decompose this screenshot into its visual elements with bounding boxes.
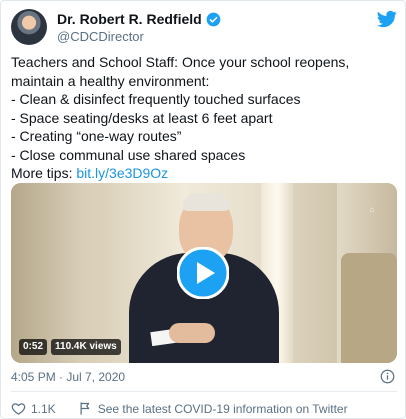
- tips-link[interactable]: bit.ly/3e3D9Oz: [76, 165, 168, 181]
- tweet-line: - Clean & disinfect frequently touched s…: [11, 91, 301, 107]
- speaker-hand: [169, 323, 215, 343]
- tweet-line: - Creating “one-way routes”: [11, 128, 182, 144]
- covid-info-label: See the latest COVID-19 information on T…: [97, 401, 348, 416]
- more-tips-label: More tips:: [11, 165, 73, 181]
- heart-icon: [11, 403, 26, 415]
- play-icon[interactable]: [177, 247, 229, 299]
- more-tips-line: More tips: bit.ly/3e3D9Oz: [11, 164, 397, 183]
- author-name[interactable]: Dr. Robert R. Redfield: [57, 11, 202, 27]
- author-handle[interactable]: @CDCDirector: [57, 29, 144, 44]
- tweet-actions: 1.1K See the latest COVID-19 information…: [11, 401, 370, 416]
- flag-icon: [80, 402, 89, 415]
- tweet-line: maintain a healthy environment:: [11, 72, 210, 89]
- white-house-watermark-icon: ⌂: [369, 205, 375, 214]
- divider: [11, 391, 397, 392]
- video-duration-badge: 0:52: [19, 339, 48, 355]
- tweet-line: - Space seating/desks at least 6 feet ap…: [11, 109, 273, 126]
- info-icon[interactable]: [380, 369, 395, 384]
- like-count: 1.1K: [31, 401, 56, 416]
- video-player[interactable]: ⌂ 0:52 110.4K views: [11, 183, 397, 363]
- tweet-line: - Close communal use shared spaces: [11, 146, 246, 163]
- speaker-hair: [183, 193, 229, 211]
- background-pillar: [11, 183, 81, 363]
- video-views-badge: 110.4K views: [51, 339, 121, 355]
- video-overlay: 0:52 110.4K views: [19, 339, 121, 355]
- verified-badge-icon: [206, 12, 221, 26]
- tweet-line: Teachers and School Staff: Once your sch…: [11, 54, 350, 70]
- avatar[interactable]: [11, 9, 47, 45]
- covid-info-action[interactable]: See the latest COVID-19 information on T…: [78, 401, 348, 416]
- author-name-line: Dr. Robert R. Redfield: [57, 11, 221, 27]
- tweet-header: Dr. Robert R. Redfield @CDCDirector: [11, 9, 397, 49]
- twitter-bird-icon[interactable]: [377, 9, 397, 29]
- background-chair: [341, 253, 397, 363]
- tweet-timestamp[interactable]: 4:05 PM · Jul 7, 2020: [11, 370, 125, 384]
- tweet-text: Teachers and School Staff: Once your sch…: [11, 53, 397, 183]
- embedded-tweet: Dr. Robert R. Redfield @CDCDirector Teac…: [0, 0, 406, 419]
- like-action[interactable]: 1.1K: [11, 401, 56, 416]
